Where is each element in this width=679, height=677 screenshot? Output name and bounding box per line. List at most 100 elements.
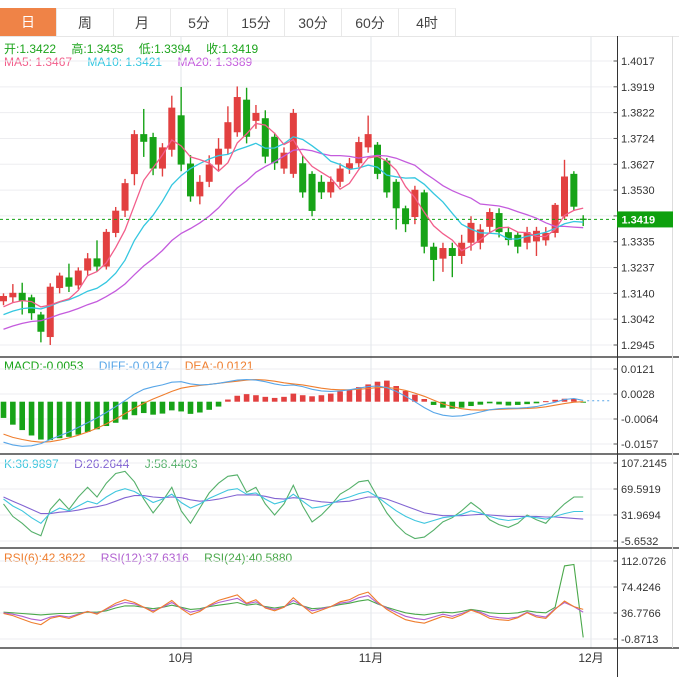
candle-body (9, 292, 17, 298)
candle-body (37, 314, 45, 332)
candle-body (102, 231, 110, 267)
macd-bar (197, 401, 203, 413)
candle-body (18, 292, 26, 301)
macd-bar (169, 401, 175, 411)
candle-body (261, 118, 269, 157)
macd-bar (28, 401, 35, 436)
macd-bar (524, 401, 530, 405)
axis-label: -0.0064 (621, 414, 658, 426)
candle-body (84, 258, 92, 271)
candle-body (402, 208, 410, 225)
candle-body (252, 112, 260, 121)
candle-body (430, 246, 438, 260)
macd-bar (234, 395, 241, 402)
candle-body (224, 122, 232, 149)
candle-body (112, 210, 120, 233)
axis-label: 107.2145 (621, 458, 667, 470)
candle-body (130, 134, 138, 175)
macd-bar (505, 401, 512, 406)
macd-bar (122, 401, 128, 420)
axis-label: 69.5919 (621, 484, 661, 496)
axis-label: 1.3335 (621, 237, 655, 249)
macd-bar (178, 401, 184, 412)
axis-label: -0.0157 (621, 439, 658, 451)
macd-bar (458, 401, 465, 408)
macd-bar (56, 401, 63, 439)
axis-label: 1.2945 (621, 340, 655, 352)
candle-body (383, 160, 391, 193)
macd-bar (0, 401, 7, 418)
month-label: 10月 (168, 651, 193, 665)
diff-line (3, 378, 584, 447)
axis-label: 1.3530 (621, 185, 655, 197)
candle-body (177, 115, 185, 165)
trading-chart-widget: 日周月 5分 15分 30分 60分 4时 开:1.3422 高:1.3435 低:1.3… (0, 0, 679, 677)
candle-body (46, 286, 54, 338)
panel-separators (0, 36, 679, 677)
candle-body (93, 258, 101, 267)
macd-bar (75, 401, 82, 435)
axis-label: 1.3724 (621, 133, 655, 145)
macd-bar (159, 401, 166, 414)
axis-label: 1.3042 (621, 314, 655, 326)
macd-bar (19, 401, 25, 431)
axis-label: 112.0726 (621, 556, 666, 568)
macd-bar (346, 389, 353, 402)
candle-body (317, 181, 325, 193)
candle-body (65, 277, 73, 287)
dea-line (3, 378, 584, 443)
axis-label: 1.3822 (621, 108, 655, 120)
axis-label: -0.8713 (621, 634, 658, 646)
macd-bar (38, 401, 44, 440)
macd-bar (215, 401, 222, 407)
macd-bar (253, 395, 259, 402)
candle-body (392, 181, 400, 209)
macd-bar (94, 401, 100, 430)
macd-bar (496, 401, 502, 405)
candle-body (271, 136, 279, 164)
axis-labels: 1.4017 1.3919 1.3822 1.3724 1.3627 1.3530 1.34… (613, 56, 667, 646)
rsi6-line (3, 591, 584, 626)
axis-label: 0.0121 (621, 364, 655, 376)
macd-bar (271, 397, 278, 402)
price-tag-text: 1.3419 (622, 214, 656, 226)
candle-body (74, 270, 82, 286)
candle-body (121, 183, 129, 211)
candle-body (0, 295, 7, 302)
macd-bar (543, 401, 549, 403)
month-axis-labels: 10月 11月 12月 (168, 651, 603, 665)
macd-bar (290, 393, 297, 402)
macd-bar (533, 401, 540, 404)
gridlines (0, 36, 612, 648)
candle-body (561, 176, 568, 217)
axis-label: 36.7766 (621, 608, 661, 620)
macd-bar (10, 401, 16, 425)
k-line (3, 488, 584, 525)
candle-body (140, 134, 148, 142)
axis-label: 0.0028 (621, 389, 655, 401)
macd-bar (374, 381, 381, 402)
macd-bar (243, 394, 250, 402)
macd-bar (281, 396, 287, 402)
macd-bar (384, 380, 390, 402)
candle-body (28, 297, 36, 314)
candle-body (308, 173, 316, 211)
macd-bar (84, 401, 91, 432)
axis-label: 31.9694 (621, 510, 661, 522)
macd-bar (514, 401, 521, 405)
axis-label: 1.3919 (621, 82, 655, 94)
macd-bar (47, 401, 54, 441)
candle-body (570, 173, 578, 207)
axis-label: 1.3627 (621, 159, 655, 171)
macd-bar (299, 395, 306, 402)
macd-bar (309, 396, 315, 402)
axis-label: 1.4017 (621, 56, 655, 68)
macd-bar (150, 401, 156, 415)
macd-bar (421, 399, 428, 402)
candle-body (233, 97, 241, 133)
chart-canvas: 1.4017 1.3919 1.3822 1.3724 1.3627 1.3530 1.34… (0, 36, 679, 677)
macd-bar (337, 391, 343, 402)
macd-bar (206, 401, 212, 410)
macd-bar (225, 399, 231, 402)
macd-bar (318, 395, 325, 402)
